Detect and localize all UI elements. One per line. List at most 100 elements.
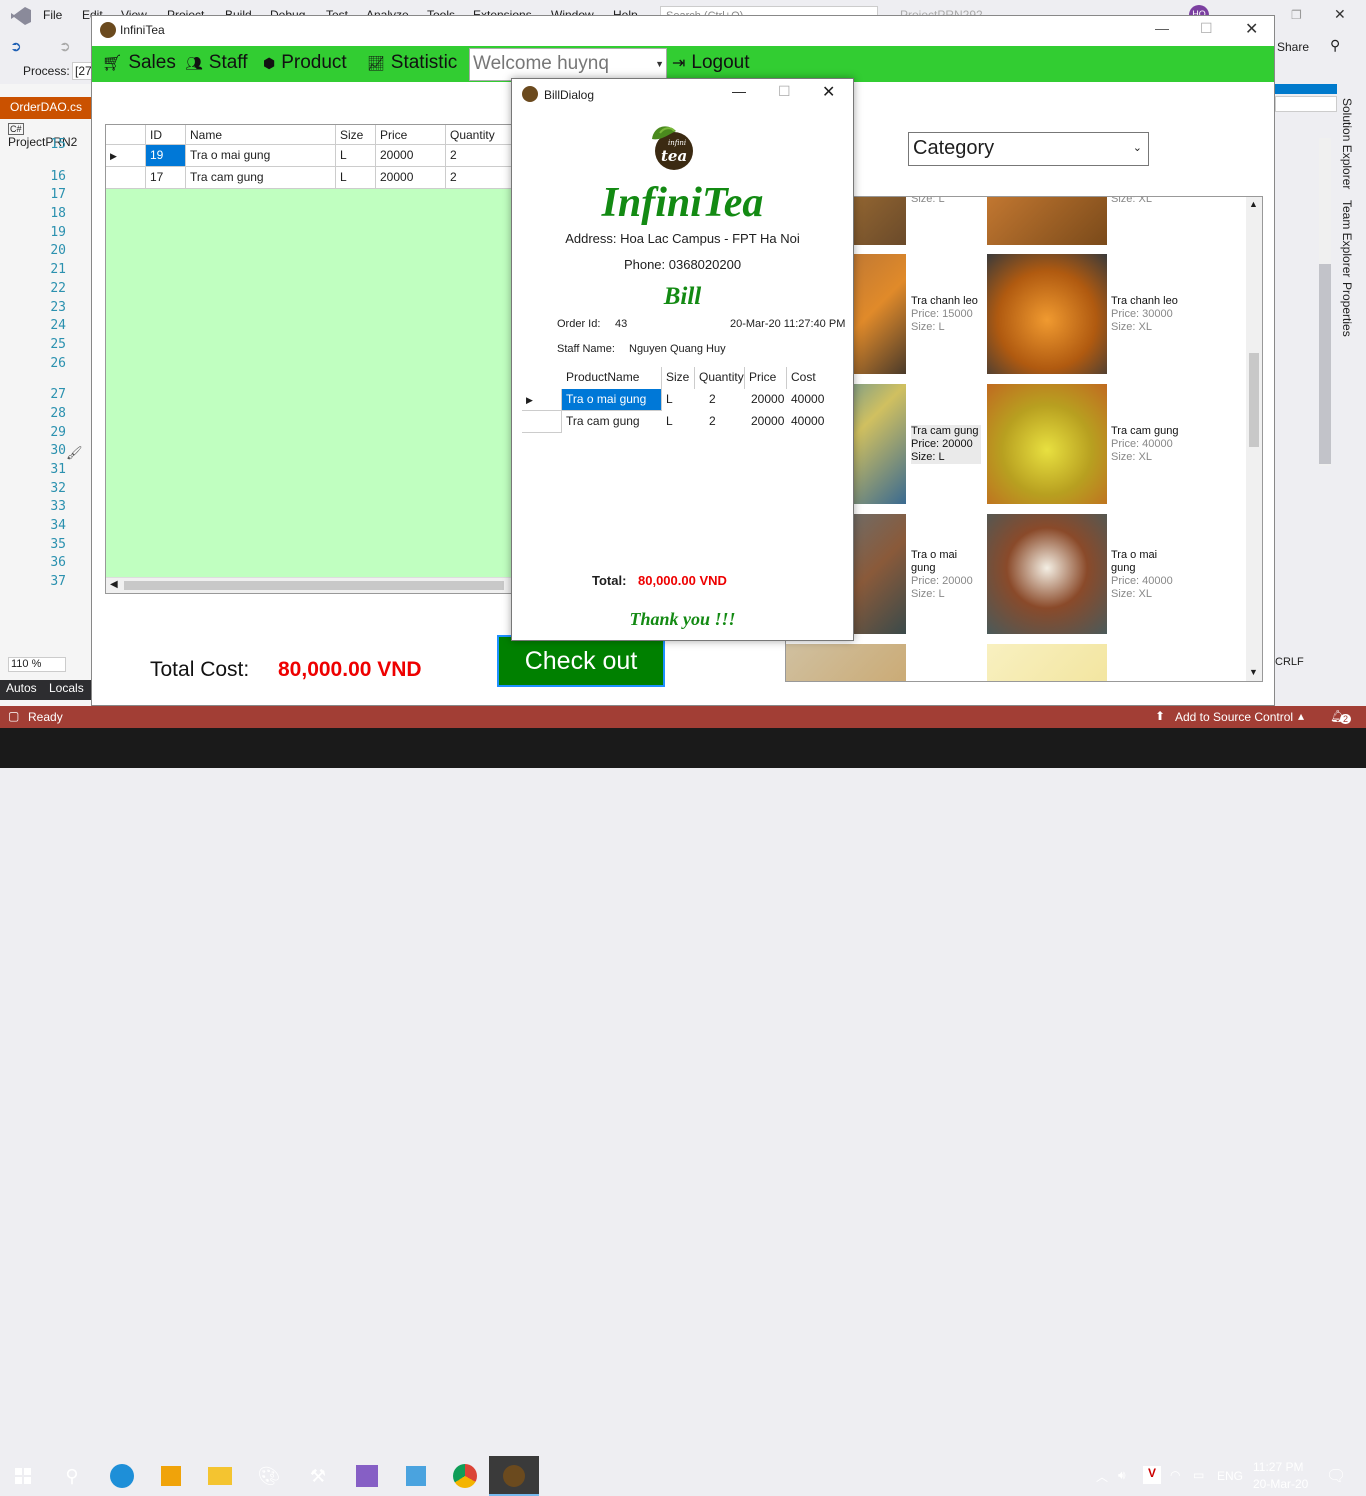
- product-image[interactable]: [786, 644, 906, 681]
- row-selector-icon[interactable]: ▶: [106, 145, 146, 167]
- product-card[interactable]: Tra chanh leo Price: 30000 Size: XL: [1111, 295, 1181, 334]
- grid-cell[interactable]: L: [336, 167, 376, 189]
- grid-header[interactable]: Name: [186, 125, 336, 145]
- windows-start-icon[interactable]: [8, 1462, 38, 1490]
- clock-time[interactable]: 11:27 PM: [1253, 1460, 1303, 1474]
- welcome-dropdown[interactable]: Welcome huynq ▼: [469, 48, 667, 81]
- menu-file[interactable]: File: [43, 8, 62, 22]
- share-button[interactable]: Share: [1277, 40, 1309, 54]
- feedback-icon[interactable]: ⚲: [1330, 37, 1340, 54]
- vscroll-thumb[interactable]: [1249, 353, 1259, 447]
- bill-close-button[interactable]: ✕: [822, 82, 835, 102]
- product-card[interactable]: Tra chanh leo Price: 15000 Size: L: [911, 295, 981, 334]
- nav-logout[interactable]: ⇥ Logout: [672, 52, 750, 74]
- product-card[interactable]: Tra o mai gung Price: 40000 Size: XL: [1111, 549, 1181, 601]
- bill-table-header[interactable]: Price: [745, 367, 787, 389]
- grid-cell[interactable]: Tra o mai gung: [186, 145, 336, 167]
- bill-maximize-button[interactable]: ☐: [778, 83, 791, 100]
- action-center-icon[interactable]: 🗨︎: [1326, 1466, 1346, 1486]
- product-image[interactable]: [987, 197, 1107, 245]
- product-card[interactable]: Tra cam gung Price: 20000 Size: L: [911, 425, 981, 464]
- nav-product[interactable]: ⬢ Product: [263, 52, 347, 74]
- vs-close-button[interactable]: ✕: [1334, 6, 1346, 23]
- wifi-icon[interactable]: ◠: [1170, 1468, 1180, 1482]
- battery-icon[interactable]: ▭: [1193, 1468, 1204, 1482]
- grid-header[interactable]: Price: [376, 125, 446, 145]
- product-card[interactable]: Tra cam gung Price: 40000 Size: XL: [1111, 425, 1181, 464]
- bill-row-selector-icon[interactable]: ▶: [522, 389, 562, 411]
- forward-icon[interactable]: ➲: [59, 38, 71, 55]
- nav-statistic[interactable]: 📈︎ Statistic: [367, 52, 457, 74]
- bill-table-header[interactable]: Cost: [787, 367, 827, 389]
- autos-tab[interactable]: Autos: [6, 681, 37, 695]
- vs-restore-button[interactable]: ❐: [1291, 8, 1302, 22]
- grid-cell[interactable]: L: [336, 145, 376, 167]
- grid-cell[interactable]: 2: [446, 145, 516, 167]
- bill-cell[interactable]: 40000: [787, 411, 827, 433]
- bill-cell[interactable]: 2: [695, 389, 745, 411]
- scroll-thumb[interactable]: [1319, 264, 1331, 464]
- file-explorer-icon[interactable]: [205, 1462, 235, 1490]
- checkout-button[interactable]: Check out: [497, 635, 665, 687]
- bill-cell[interactable]: 20000: [745, 411, 787, 433]
- category-select[interactable]: Category ⌄: [908, 132, 1149, 166]
- bill-table-header[interactable]: ProductName: [562, 367, 662, 389]
- nav-staff[interactable]: 👥︎ Staff: [185, 52, 248, 74]
- nav-sales[interactable]: 🛒︎ Sales: [102, 52, 176, 74]
- add-source-control[interactable]: Add to Source Control: [1175, 710, 1293, 724]
- volume-icon[interactable]: 🔊︎: [1118, 1468, 1126, 1483]
- grid-cell[interactable]: Tra cam gung: [186, 167, 336, 189]
- grid-cell[interactable]: 19: [146, 145, 186, 167]
- grid-cell[interactable]: 20000: [376, 145, 446, 167]
- tools-icon[interactable]: ⚒: [303, 1462, 333, 1490]
- close-button[interactable]: ✕: [1245, 19, 1258, 39]
- grid-cell[interactable]: 17: [146, 167, 186, 189]
- bill-cell[interactable]: L: [662, 411, 695, 433]
- scroll-down-icon[interactable]: ▼: [1249, 667, 1258, 677]
- grid-header[interactable]: Quantity: [446, 125, 516, 145]
- clock-date[interactable]: 20-Mar-20: [1253, 1477, 1308, 1491]
- product-card[interactable]: Tra o mai gung Price: 20000 Size: L: [911, 549, 981, 601]
- bill-minimize-button[interactable]: —: [732, 83, 746, 99]
- maximize-button[interactable]: ☐: [1200, 20, 1213, 37]
- vietkey-icon[interactable]: V: [1143, 1466, 1161, 1484]
- bill-row-selector[interactable]: [522, 411, 562, 433]
- scroll-up-icon[interactable]: ▲: [1249, 199, 1258, 209]
- bill-cell[interactable]: L: [662, 389, 695, 411]
- product-image[interactable]: [987, 384, 1107, 504]
- zoom-select[interactable]: 110 %: [8, 657, 66, 672]
- product-image[interactable]: [987, 514, 1107, 634]
- grid-cell[interactable]: 2: [446, 167, 516, 189]
- box-app-icon[interactable]: [401, 1462, 431, 1490]
- product-image[interactable]: [987, 644, 1107, 681]
- solution-dropdown[interactable]: [1275, 96, 1337, 112]
- minimize-button[interactable]: —: [1155, 20, 1169, 36]
- bill-table-header[interactable]: Size: [662, 367, 695, 389]
- locals-tab[interactable]: Locals: [49, 681, 84, 695]
- bill-cell[interactable]: 2: [695, 411, 745, 433]
- store-icon[interactable]: [156, 1462, 186, 1490]
- process-select[interactable]: [27: [72, 62, 92, 80]
- product-vscroll[interactable]: ▲ ▼: [1246, 197, 1262, 681]
- edge-icon[interactable]: [107, 1462, 137, 1490]
- file-tab-orderdao[interactable]: OrderDAO.cs: [0, 97, 92, 119]
- visual-studio-icon[interactable]: [352, 1462, 382, 1490]
- grid-hscroll[interactable]: ◀: [106, 577, 514, 593]
- hscroll-thumb[interactable]: [124, 581, 504, 590]
- back-icon[interactable]: ➲: [10, 38, 22, 55]
- grid-header[interactable]: ID: [146, 125, 186, 145]
- chevron-up-icon[interactable]: ︿: [1096, 1468, 1108, 1485]
- grid-cell[interactable]: 20000: [376, 167, 446, 189]
- bill-cell[interactable]: 20000: [745, 389, 787, 411]
- bill-cell[interactable]: 40000: [787, 389, 827, 411]
- infinitea-icon[interactable]: [499, 1462, 529, 1490]
- order-grid[interactable]: ID Name Size Price Quantity ▶ 19 Tra o m…: [105, 124, 516, 594]
- product-image[interactable]: [987, 254, 1107, 374]
- bill-cell[interactable]: Tra cam gung: [562, 411, 662, 433]
- bill-table-header[interactable]: Quantity: [695, 367, 745, 389]
- search-icon[interactable]: ⚲: [57, 1462, 87, 1490]
- language-indicator[interactable]: ENG: [1217, 1469, 1243, 1483]
- team-explorer-tab[interactable]: Team Explorer: [1340, 200, 1354, 277]
- bill-cell[interactable]: Tra o mai gung: [562, 389, 662, 411]
- solution-explorer-tab[interactable]: Solution Explorer: [1340, 98, 1354, 189]
